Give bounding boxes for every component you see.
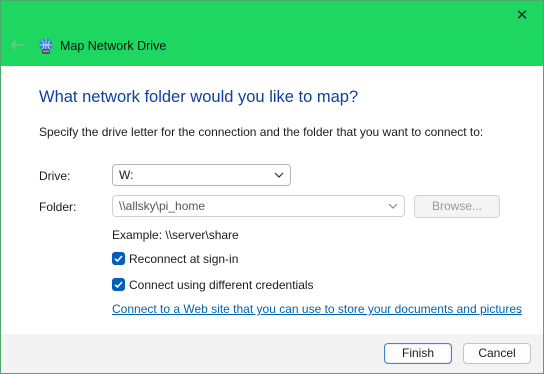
drive-select[interactable]: W:: [112, 164, 291, 186]
folder-example-text: Example: \\server\share: [112, 228, 239, 242]
browse-button[interactable]: Browse...: [414, 195, 500, 218]
window-title: Map Network Drive: [60, 39, 167, 53]
reconnect-label[interactable]: Reconnect at sign-in: [129, 252, 238, 266]
folder-label: Folder:: [39, 200, 77, 214]
drive-label: Drive:: [39, 169, 71, 183]
close-button[interactable]: ✕: [511, 7, 533, 25]
title-bar: ✕ Map Network Drive: [1, 1, 543, 66]
folder-combobox[interactable]: \\allsky\pi_home: [112, 195, 405, 217]
checkmark-icon: [114, 281, 123, 289]
link-period: .: [518, 302, 522, 316]
page-heading: What network folder would you like to ma…: [39, 88, 359, 106]
reconnect-checkbox[interactable]: [112, 252, 125, 265]
cancel-button[interactable]: Cancel: [463, 343, 531, 364]
credentials-label[interactable]: Connect using different credentials: [129, 278, 314, 292]
map-network-drive-dialog: ✕ Map Network Drive What network folder …: [0, 0, 544, 374]
credentials-checkbox[interactable]: [112, 278, 125, 291]
folder-combobox-value: \\allsky\pi_home: [119, 199, 206, 213]
chevron-down-icon: [274, 172, 284, 178]
finish-button[interactable]: Finish: [384, 343, 452, 364]
chevron-down-icon: [388, 203, 398, 209]
back-arrow-icon[interactable]: [9, 37, 25, 53]
network-drive-icon: [39, 38, 53, 54]
checkmark-icon: [114, 255, 123, 263]
dialog-footer: [1, 334, 543, 373]
page-description: Specify the drive letter for the connect…: [39, 125, 484, 139]
drive-select-value: W:: [119, 168, 134, 182]
web-site-link[interactable]: Connect to a Web site that you can use t…: [112, 302, 522, 316]
